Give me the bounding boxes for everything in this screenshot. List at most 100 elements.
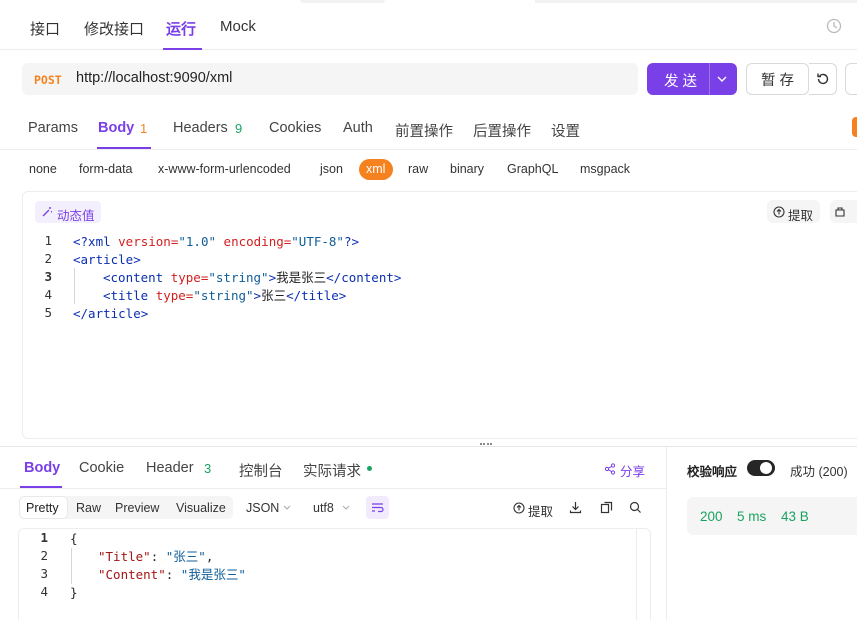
body-type-graphql[interactable]: GraphQL: [507, 162, 558, 176]
beautify-button[interactable]: [830, 200, 857, 223]
tab-pre-actions[interactable]: 前置操作: [395, 120, 453, 141]
method-badge[interactable]: POST: [34, 73, 62, 87]
line-number: 4: [44, 287, 52, 302]
xml-attr: encoding=: [216, 234, 292, 249]
extract-label: 提取: [788, 209, 814, 223]
response-tab-indicator: [20, 486, 62, 488]
side-indicator: [852, 117, 857, 137]
download-icon[interactable]: [569, 501, 582, 514]
validate-response-label: 校验响应: [687, 465, 738, 479]
body-type-json[interactable]: json: [320, 162, 343, 176]
response-extract-button[interactable]: 提取: [528, 501, 553, 520]
dynamic-value-label: 动态值: [57, 209, 95, 223]
body-type-raw[interactable]: raw: [408, 162, 428, 176]
line-number: 2: [44, 251, 52, 266]
xml-tag: <content: [103, 270, 171, 285]
tab-edit-interface[interactable]: 修改接口: [84, 18, 144, 39]
xml-attr: version=: [118, 234, 179, 249]
share-button[interactable]: 分享: [620, 461, 645, 480]
tab-run[interactable]: 运行: [166, 18, 196, 39]
json-value: "张三": [165, 549, 206, 564]
panel-splitter[interactable]: [0, 446, 857, 447]
tab-body[interactable]: Body: [98, 120, 134, 136]
tab-settings[interactable]: 设置: [551, 120, 580, 141]
xml-text: 张三: [261, 288, 287, 303]
reset-button[interactable]: [809, 63, 837, 95]
active-subtab-indicator: [97, 147, 151, 149]
format-select[interactable]: JSON: [246, 501, 279, 515]
indent-guide: [74, 268, 75, 304]
json-line-4: }: [70, 584, 78, 602]
view-raw[interactable]: Raw: [76, 501, 101, 515]
xml-attr: type=: [170, 270, 209, 285]
status-dot: [367, 466, 372, 471]
reset-icon: [816, 73, 828, 85]
xml-tag: </article>: [73, 306, 149, 321]
save-label: 暂 存: [760, 72, 795, 89]
view-pretty[interactable]: Pretty: [26, 501, 59, 515]
response-tab-body[interactable]: Body: [24, 460, 60, 476]
xml-tag: </content>: [326, 270, 402, 285]
body-type-form-data[interactable]: form-data: [79, 162, 133, 176]
response-tab-divider: [0, 488, 666, 489]
line-number: 1: [40, 530, 48, 545]
encoding-select[interactable]: utf8: [313, 501, 334, 515]
line-number: 4: [40, 584, 48, 599]
response-size: 43 B: [781, 509, 809, 524]
viewer-scrollbar-track[interactable]: [636, 529, 637, 620]
body-type-urlencoded[interactable]: x-www-form-urlencoded: [158, 162, 291, 176]
tab-post-actions[interactable]: 后置操作: [473, 120, 531, 141]
share-icon[interactable]: [604, 463, 616, 475]
view-preview[interactable]: Preview: [115, 501, 159, 515]
code-line-2: <article>: [73, 251, 141, 269]
line-number: 1: [44, 233, 52, 248]
xml-decl-open: <?xml: [73, 234, 119, 249]
body-count-badge: 1: [140, 121, 148, 136]
tab-interface[interactable]: 接口: [30, 18, 60, 39]
code-line-4: <title type="string">张三</title>: [103, 287, 346, 305]
chevron-down-icon[interactable]: [717, 76, 727, 82]
tab-mock[interactable]: Mock: [220, 18, 256, 35]
more-button[interactable]: [845, 63, 857, 95]
url-input[interactable]: http://localhost:9090/xml: [76, 70, 232, 86]
line-number: 3: [44, 269, 52, 284]
body-type-xml[interactable]: xml: [366, 162, 385, 176]
xml-text: 我是张三: [276, 270, 327, 285]
response-tab-console[interactable]: 控制台: [239, 460, 283, 481]
body-type-msgpack[interactable]: msgpack: [580, 162, 630, 176]
tab-cookies[interactable]: Cookies: [269, 120, 321, 136]
view-visualize[interactable]: Visualize: [176, 501, 226, 515]
xml-tag: >: [253, 288, 262, 303]
response-tab-actual-request[interactable]: 实际请求: [303, 460, 361, 481]
tab-auth[interactable]: Auth: [343, 120, 373, 136]
body-type-none[interactable]: none: [29, 162, 57, 176]
tab-headers[interactable]: Headers: [173, 120, 228, 136]
format-icon: [835, 206, 845, 217]
body-type-binary[interactable]: binary: [450, 162, 484, 176]
send-button[interactable]: 发 送: [664, 70, 697, 91]
json-line-1: {: [70, 530, 78, 548]
response-tab-cookie[interactable]: Cookie: [79, 460, 124, 476]
indent-guide: [71, 548, 72, 584]
xml-attr-value: "UTF-8": [291, 234, 344, 249]
line-number: 3: [40, 566, 48, 581]
drag-handle[interactable]: [480, 443, 492, 446]
history-icon[interactable]: [826, 18, 842, 34]
json-key: "Content": [98, 567, 166, 582]
window-tab-edge: [300, 0, 385, 3]
magic-wand-icon: [42, 207, 52, 217]
send-divider: [709, 63, 710, 95]
search-icon[interactable]: [629, 501, 642, 514]
subtab-divider: [0, 149, 857, 150]
response-tab-header[interactable]: Header: [146, 460, 194, 476]
line-number: 2: [40, 548, 48, 563]
tab-params[interactable]: Params: [28, 120, 78, 136]
save-button[interactable]: 暂 存: [746, 63, 809, 95]
xml-tag: >: [268, 270, 277, 285]
json-line-2: "Title": "张三",: [98, 549, 214, 564]
copy-icon[interactable]: [600, 501, 613, 514]
xml-attr-value: "1.0": [178, 234, 217, 249]
response-split: [666, 447, 667, 620]
json-key: "Title": [98, 549, 151, 564]
json-brace: }: [70, 585, 78, 600]
